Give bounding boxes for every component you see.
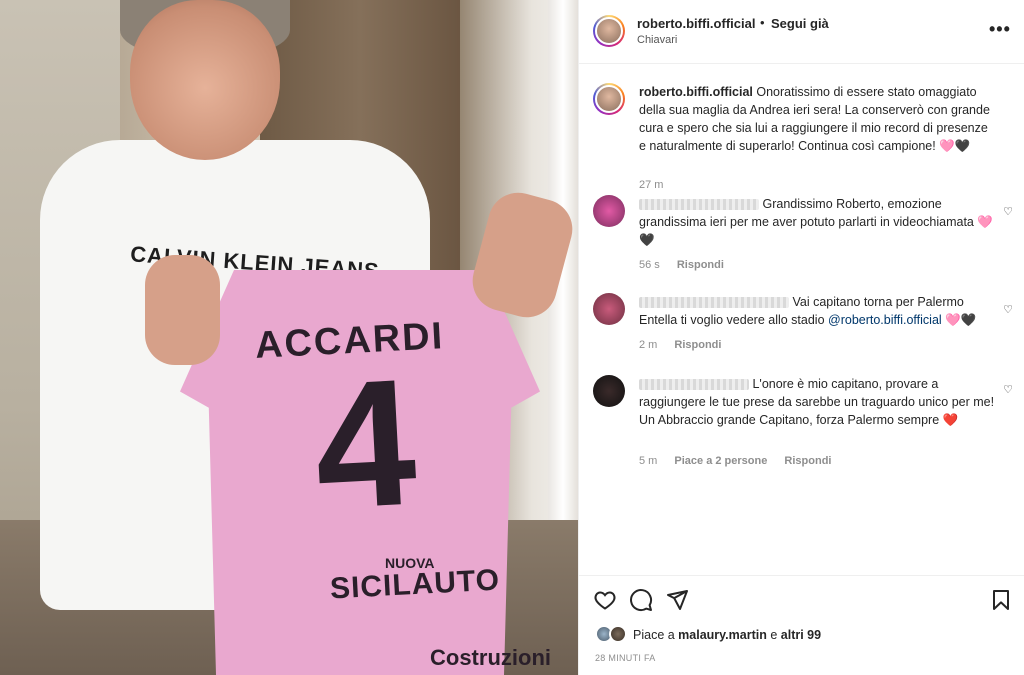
comment-time[interactable]: 2 m bbox=[639, 339, 657, 351]
likes-mid: e bbox=[766, 628, 781, 642]
likes-prefix: Piace a bbox=[633, 628, 679, 642]
post-side-panel: roberto.biffi.official • Segui già Chiav… bbox=[578, 0, 1024, 675]
share-icon[interactable] bbox=[665, 588, 689, 612]
photo-left-hand bbox=[145, 255, 220, 365]
reply-button[interactable]: Rispondi bbox=[784, 455, 831, 467]
like-comment-icon[interactable]: ♡ bbox=[1003, 383, 1013, 396]
likes-summary[interactable]: Piace a malaury.martin e altri 99 bbox=[633, 628, 821, 642]
blurred-username[interactable] bbox=[639, 199, 759, 211]
comment-emoji: 🩷🖤 bbox=[941, 313, 977, 327]
caption-avatar[interactable] bbox=[593, 83, 625, 115]
jersey-number: 4 bbox=[309, 341, 421, 548]
comment-avatar[interactable] bbox=[593, 293, 625, 325]
comment-icon[interactable] bbox=[629, 588, 653, 612]
author-avatar[interactable] bbox=[593, 15, 625, 47]
author-username[interactable]: roberto.biffi.official bbox=[637, 16, 755, 31]
comment-time[interactable]: 5 m bbox=[639, 455, 657, 467]
caption-text: roberto.biffi.official Onoratissimo di e… bbox=[639, 83, 997, 155]
photo-face bbox=[130, 0, 280, 160]
post-location[interactable]: Chiavari bbox=[637, 34, 677, 46]
comments-list: roberto.biffi.official Onoratissimo di e… bbox=[579, 65, 1024, 575]
likes-others[interactable]: altri 99 bbox=[781, 628, 821, 642]
post-actions: Piace a malaury.martin e altri 99 28 MIN… bbox=[579, 575, 1024, 675]
comment-likes[interactable]: Piace a 2 persone bbox=[674, 455, 767, 467]
bookmark-icon[interactable] bbox=[989, 588, 1013, 612]
comment-avatar[interactable] bbox=[593, 195, 625, 227]
reply-button[interactable]: Rispondi bbox=[677, 259, 724, 271]
heart-icon[interactable] bbox=[593, 588, 617, 612]
comment-meta: 2 m Rispondi bbox=[639, 339, 735, 351]
blurred-username[interactable] bbox=[639, 379, 749, 391]
caption-meta: 27 m bbox=[639, 179, 677, 191]
like-comment-icon[interactable]: ♡ bbox=[1003, 205, 1013, 218]
comment-meta: 5 m Piace a 2 persone Rispondi bbox=[639, 455, 845, 467]
comment-text: Grandissimo Roberto, emozione grandissim… bbox=[639, 195, 997, 249]
post-header: roberto.biffi.official • Segui già Chiav… bbox=[579, 0, 1024, 64]
caption-username[interactable]: roberto.biffi.official bbox=[639, 85, 753, 99]
post-timestamp[interactable]: 28 MINUTI FA bbox=[595, 653, 656, 663]
comment-mention[interactable]: @roberto.biffi.official bbox=[828, 313, 942, 327]
liker-avatar[interactable] bbox=[609, 625, 627, 643]
comment-text: L'onore è mio capitano, provare a raggiu… bbox=[639, 375, 997, 429]
likes-user[interactable]: malaury.martin bbox=[678, 628, 767, 642]
post-photo[interactable]: CALVIN KLEIN JEANS ACCARDI 4 NUOVA SICIL… bbox=[0, 0, 578, 675]
reply-button[interactable]: Rispondi bbox=[674, 339, 721, 351]
separator-dot: • bbox=[760, 15, 765, 30]
more-icon[interactable]: ••• bbox=[989, 19, 1011, 40]
jersey-sponsor-bottom: Costruzioni bbox=[430, 645, 551, 670]
comment-text: Vai capitano torna per Palermo Entella t… bbox=[639, 293, 997, 329]
like-comment-icon[interactable]: ♡ bbox=[1003, 303, 1013, 316]
comment-avatar[interactable] bbox=[593, 375, 625, 407]
comment-meta: 56 s Rispondi bbox=[639, 259, 738, 271]
comment-body-line2: Un Abbraccio grande Capitano, forza Pale… bbox=[639, 413, 959, 427]
blurred-username[interactable] bbox=[639, 297, 789, 309]
follow-button[interactable]: Segui già bbox=[771, 16, 829, 31]
comment-time[interactable]: 56 s bbox=[639, 259, 660, 271]
caption-time[interactable]: 27 m bbox=[639, 179, 663, 191]
